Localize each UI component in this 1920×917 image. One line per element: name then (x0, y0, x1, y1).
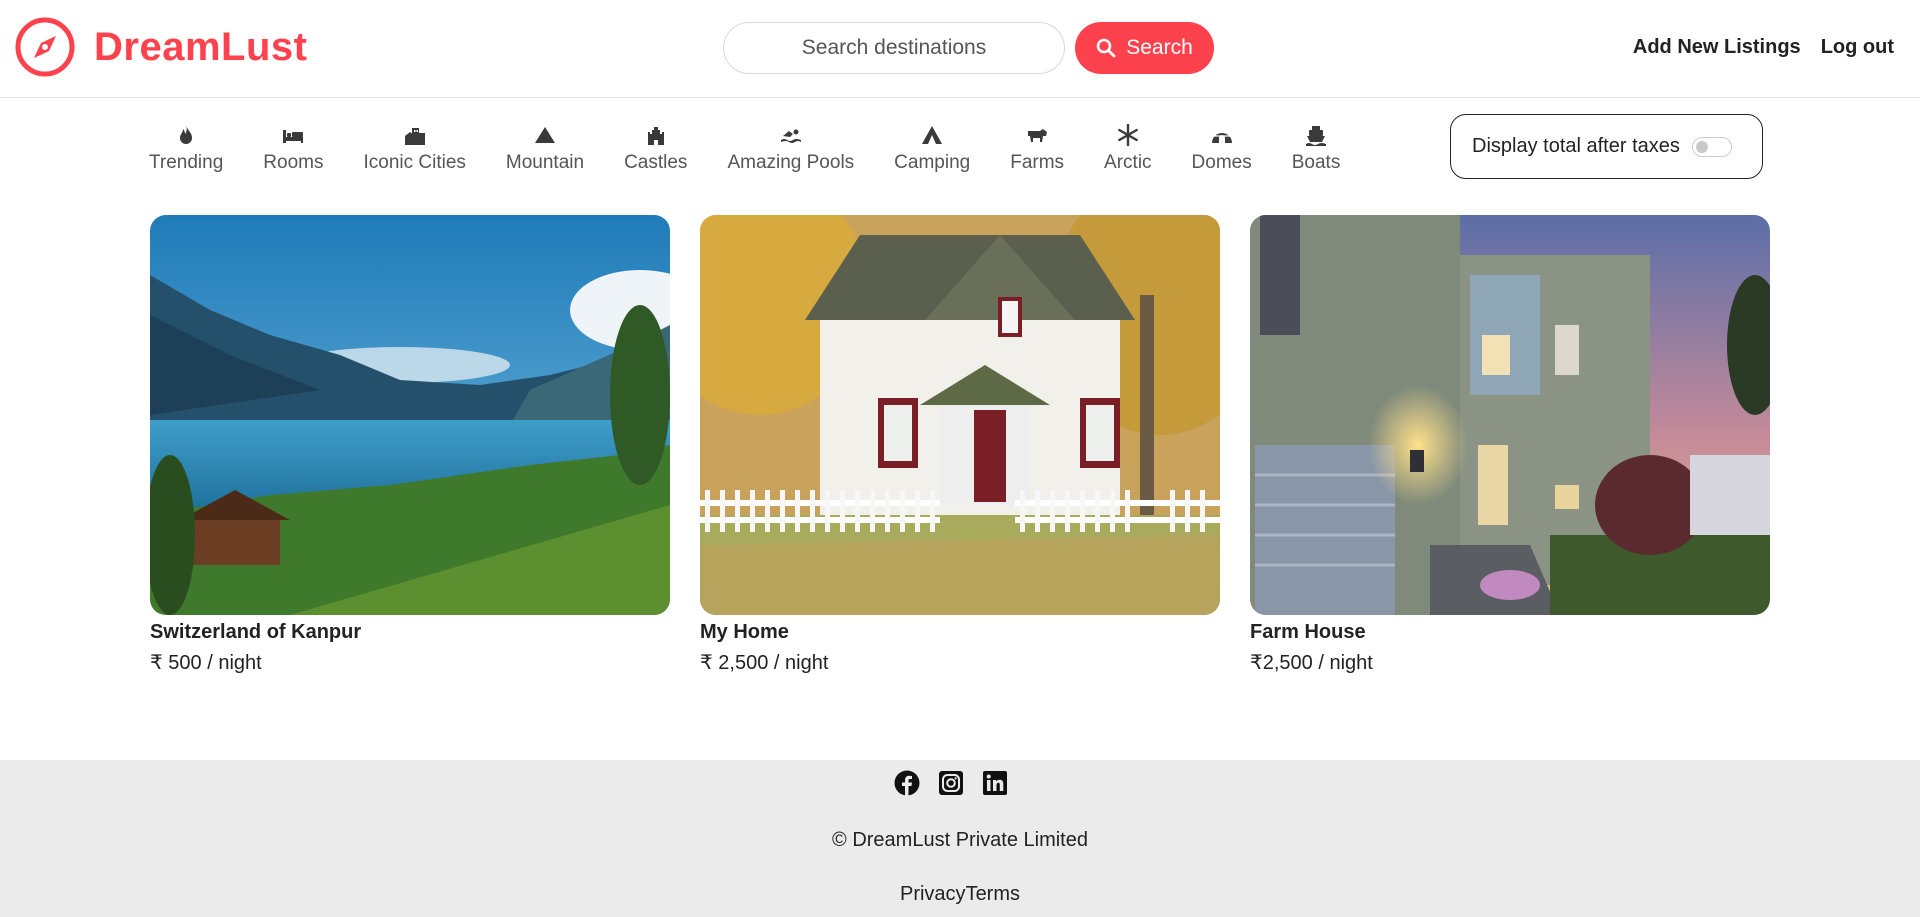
filter-domes[interactable]: Domes (1172, 118, 1272, 174)
filter-amazing-pools[interactable]: Amazing Pools (707, 118, 874, 174)
cow-icon (1026, 118, 1048, 146)
listing-title: My Home (700, 621, 789, 643)
add-new-listings-link[interactable]: Add New Listings (1633, 36, 1801, 59)
switch-knob (1695, 140, 1708, 153)
facebook-icon[interactable] (894, 770, 920, 796)
filter-castles[interactable]: Castles (604, 118, 707, 174)
instagram-icon[interactable] (938, 770, 964, 796)
listing-price: ₹ 2,500 / night (700, 652, 829, 674)
filter-farms[interactable]: Farms (990, 118, 1084, 174)
filter-rooms[interactable]: Rooms (243, 118, 343, 174)
linkedin-icon[interactable] (982, 770, 1008, 796)
listing-card[interactable]: My Home ₹ 2,500 / night (700, 215, 1220, 675)
filter-iconic-cities[interactable]: Iconic Cities (343, 118, 485, 174)
filter-mountain[interactable]: Mountain (486, 118, 604, 174)
listing-price: ₹2,500 / night (1250, 652, 1373, 674)
search-bar: Search (723, 22, 1214, 74)
listing-image[interactable] (1250, 215, 1770, 615)
search-button-label: Search (1126, 36, 1193, 59)
listing-title: Farm House (1250, 621, 1366, 643)
tax-switch[interactable] (1691, 136, 1732, 157)
tax-toggle-label: Display total after taxes (1472, 135, 1680, 157)
filter-camping[interactable]: Camping (874, 118, 990, 174)
privacy-link[interactable]: Privacy (900, 883, 966, 905)
listing-title: Switzerland of Kanpur (150, 621, 362, 643)
castle-icon (645, 118, 667, 146)
filter-trending[interactable]: Trending (140, 118, 243, 174)
listing-image[interactable] (150, 215, 670, 615)
filter-arctic[interactable]: Arctic (1084, 118, 1172, 174)
bed-icon (282, 118, 304, 146)
brand-name: DreamLust (94, 24, 308, 69)
listings-grid: Switzerland of Kanpur ₹ 500 / night My H… (150, 215, 1770, 675)
search-icon (1096, 38, 1116, 58)
search-input[interactable] (723, 22, 1065, 74)
search-button[interactable]: Search (1075, 22, 1214, 74)
tax-toggle: Display total after taxes (1450, 114, 1763, 179)
nav-links: Add New Listings Log out (1633, 36, 1894, 59)
swimmer-icon (780, 118, 802, 146)
listing-card[interactable]: Farm House ₹2,500 / night (1250, 215, 1770, 675)
footer-links: PrivacyTerms (0, 883, 1920, 906)
mountain-icon (534, 118, 556, 146)
brand-logo[interactable]: DreamLust (14, 16, 307, 78)
compass-icon (15, 17, 75, 77)
listing-price: ₹ 500 / night (150, 652, 262, 674)
filter-boats[interactable]: Boats (1272, 118, 1361, 174)
filter-bar: Trending Rooms Iconic Cities Mountain Ca… (140, 118, 1360, 174)
copyright-text: © DreamLust Private Limited (832, 829, 1088, 851)
terms-link[interactable]: Terms (966, 883, 1020, 905)
social-links (894, 770, 1008, 796)
logout-link[interactable]: Log out (1821, 36, 1894, 59)
listing-image[interactable] (700, 215, 1220, 615)
navbar: DreamLust Search Add New Listings Log ou… (0, 0, 1920, 98)
listing-card[interactable]: Switzerland of Kanpur ₹ 500 / night (150, 215, 670, 675)
snowflake-icon (1117, 118, 1139, 146)
fire-icon (175, 118, 197, 146)
ship-icon (1305, 118, 1327, 146)
igloo-icon (1211, 118, 1233, 146)
footer: © DreamLust Private Limited PrivacyTerms (0, 760, 1920, 917)
tent-icon (921, 118, 943, 146)
city-icon (404, 118, 426, 146)
